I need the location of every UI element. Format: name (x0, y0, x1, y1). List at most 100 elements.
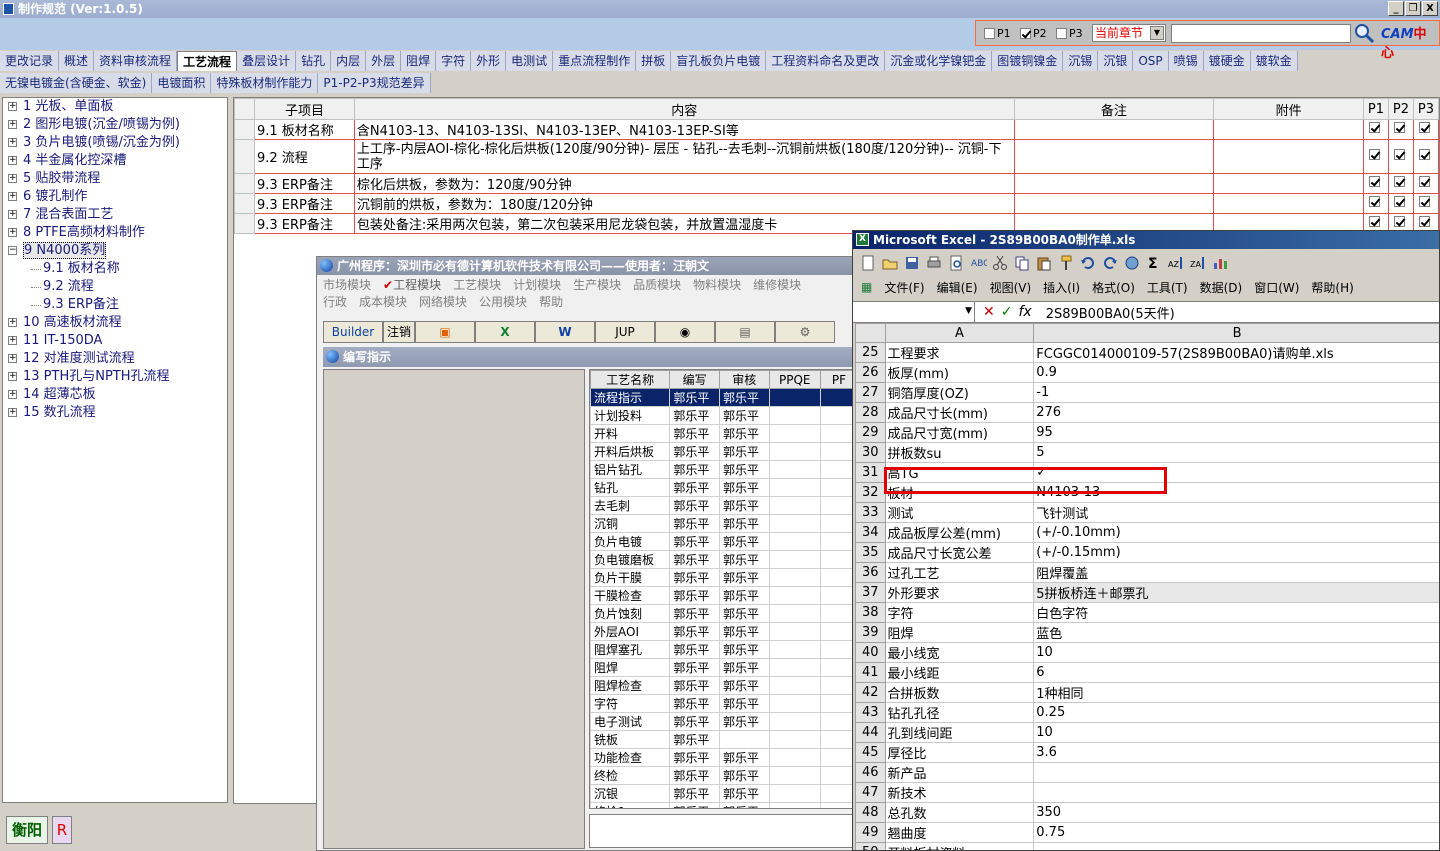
tab-row2-3[interactable]: P1-P2-P3规范差异 (318, 73, 431, 93)
excel-menu-7[interactable]: 窗口(W) (1254, 279, 1299, 296)
process-name[interactable]: 沉铜 (590, 514, 671, 533)
pf-cell[interactable] (819, 496, 855, 515)
cell-b[interactable]: 白色字符 (1033, 602, 1439, 623)
reviewer[interactable]: 郭乐平 (718, 640, 770, 659)
p3-checkbox[interactable] (1419, 122, 1431, 133)
pf-cell[interactable] (819, 478, 855, 497)
row-number[interactable]: 39 (855, 622, 886, 643)
cell-b[interactable]: FCGGC014000109-57(2S89B00BA0)请购单.xls (1033, 342, 1439, 363)
sheet-row[interactable]: 25 工程要求 FCGGC014000109-57(2S89B00BA0)请购单.x… (855, 342, 1439, 363)
process-name[interactable]: 字符 (590, 694, 671, 713)
excel-menu-8[interactable]: 帮助(H) (1311, 279, 1353, 296)
writer[interactable]: 郭乐平 (669, 514, 720, 533)
new-icon[interactable] (859, 254, 877, 272)
preview-icon[interactable] (947, 254, 965, 272)
pf-cell[interactable] (819, 784, 855, 803)
attachment-cell[interactable] (1213, 173, 1364, 194)
p2-filter[interactable]: P2 (1020, 27, 1047, 40)
writer[interactable]: 郭乐平 (669, 676, 720, 695)
reviewer[interactable]: 郭乐平 (718, 514, 770, 533)
close-button[interactable]: X (1422, 1, 1438, 16)
process-name[interactable]: 终检 (590, 766, 671, 785)
cell-a[interactable]: 字符 (884, 602, 1035, 623)
tab-14[interactable]: 盲孔板负片电镀 (671, 51, 767, 71)
tree-item[interactable]: +14 超薄芯板 (3, 386, 227, 404)
row-number[interactable]: 50 (855, 842, 886, 850)
reviewer[interactable]: 郭乐平 (718, 568, 770, 587)
sheet-row[interactable]: 38 字符 白色字符 (855, 602, 1439, 623)
reviewer[interactable]: 郭乐平 (718, 388, 770, 407)
process-header-2[interactable]: 审核 (718, 370, 770, 389)
process-name[interactable]: 去毛刺 (590, 496, 671, 515)
cell-a[interactable]: 高TG (884, 462, 1035, 483)
tab-11[interactable]: 电测试 (506, 51, 554, 71)
sub-item-cell[interactable]: 9.3 ERP备注 (253, 213, 355, 234)
row-number[interactable]: 36 (855, 562, 886, 583)
tab-2[interactable]: 资料审核流程 (94, 51, 178, 71)
tree-item[interactable]: +11 IT-150DA (3, 332, 227, 350)
tree-item[interactable]: +4 半金属化控深槽 (3, 152, 227, 170)
cell-b[interactable]: 0.25 (1033, 702, 1439, 723)
ppqe-cell[interactable] (768, 568, 821, 587)
tab-row2-0[interactable]: 无镍电镀金(含硬金、软金) (0, 73, 153, 93)
reviewer[interactable]: 郭乐平 (718, 532, 770, 551)
pf-cell[interactable] (819, 586, 855, 605)
writer[interactable]: 郭乐平 (669, 730, 720, 749)
p3-checkbox[interactable] (1419, 176, 1431, 187)
tab-12[interactable]: 重点流程制作 (553, 51, 637, 71)
process-row[interactable]: 负电镀磨板 郭乐平 郭乐平 (590, 550, 855, 569)
cell-b[interactable] (1033, 762, 1439, 783)
sheet-row[interactable]: 44 孔到线间距 10 (855, 722, 1439, 743)
sheet-row[interactable]: 42 合拼板数 1种相同 (855, 682, 1439, 703)
sheet-row[interactable]: 41 最小线距 6 (855, 662, 1439, 683)
ppqe-cell[interactable] (768, 406, 821, 425)
writer[interactable]: 郭乐平 (669, 388, 720, 407)
copy-icon[interactable] (1013, 254, 1031, 272)
expand-icon[interactable]: + (8, 120, 17, 129)
writer[interactable]: 郭乐平 (669, 406, 720, 425)
expand-icon[interactable]: + (8, 318, 17, 327)
p3-checkbox[interactable] (1056, 28, 1067, 39)
cell-b[interactable]: 5 (1033, 442, 1439, 463)
tab-1[interactable]: 概述 (59, 51, 95, 71)
cell-b[interactable]: -1 (1033, 382, 1439, 403)
name-box[interactable]: ▼ (853, 302, 975, 322)
process-row[interactable]: 沉银 郭乐平 郭乐平 (590, 784, 855, 803)
content-cell[interactable]: 含N4103-13、N4103-13SI、N4103-13EP、N4103-13… (353, 119, 1015, 140)
row-number[interactable]: 32 (855, 482, 886, 503)
row-number[interactable]: 26 (855, 362, 886, 383)
process-name[interactable]: 开料 (590, 424, 671, 443)
sheet-row[interactable]: 28 成品尺寸长(mm) 276 (855, 402, 1439, 423)
tab-18[interactable]: 沉锡 (1063, 51, 1099, 71)
erp-menu-1[interactable]: 工程模块 (393, 277, 441, 294)
sub-item-cell[interactable]: 9.1 板材名称 (253, 119, 355, 140)
tab-3[interactable]: 工艺流程 (177, 51, 238, 71)
row-number[interactable]: 34 (855, 522, 886, 543)
attachment-cell[interactable] (1213, 139, 1364, 174)
tab-19[interactable]: 沉银 (1098, 51, 1134, 71)
ppqe-cell[interactable] (768, 586, 821, 605)
cell-b[interactable]: 蓝色 (1033, 622, 1439, 643)
formula-value[interactable]: 2S89B00BA0(5天件) (1040, 303, 1175, 322)
cell-b[interactable]: (+/-0.10mm) (1033, 522, 1439, 543)
process-name[interactable]: 铣板 (590, 730, 671, 749)
erp-menu-8[interactable]: 行政 (323, 294, 347, 311)
writer[interactable]: 郭乐平 (669, 604, 720, 623)
chapter-select[interactable]: 当前章节 ▼ (1092, 24, 1166, 42)
pf-cell[interactable] (819, 640, 855, 659)
row-number[interactable]: 38 (855, 602, 886, 623)
tree-item[interactable]: 9.3 ERP备注 (3, 296, 227, 314)
grid-header-0[interactable]: 子项目 (253, 98, 355, 120)
eye-icon[interactable]: ◉ (655, 321, 715, 343)
grid-header-4[interactable]: P1 (1362, 98, 1389, 120)
content-cell[interactable]: 沉铜前的烘板，参数为：180度/120分钟 (353, 193, 1015, 214)
grid-row[interactable]: 9.3 ERP备注 棕化后烘板，参数为：120度/90分钟 (234, 173, 1439, 194)
row-number[interactable]: 33 (855, 502, 886, 523)
cell-a[interactable]: 拼板数su (884, 442, 1035, 463)
note-cell[interactable] (1013, 119, 1215, 140)
reviewer[interactable]: 郭乐平 (718, 496, 770, 515)
p2-checkbox[interactable] (1020, 28, 1031, 39)
erp-menu-7[interactable]: 维修模块 (753, 277, 801, 294)
process-name[interactable]: 外层AOI (590, 622, 671, 641)
reviewer[interactable]: 郭乐平 (718, 784, 770, 803)
